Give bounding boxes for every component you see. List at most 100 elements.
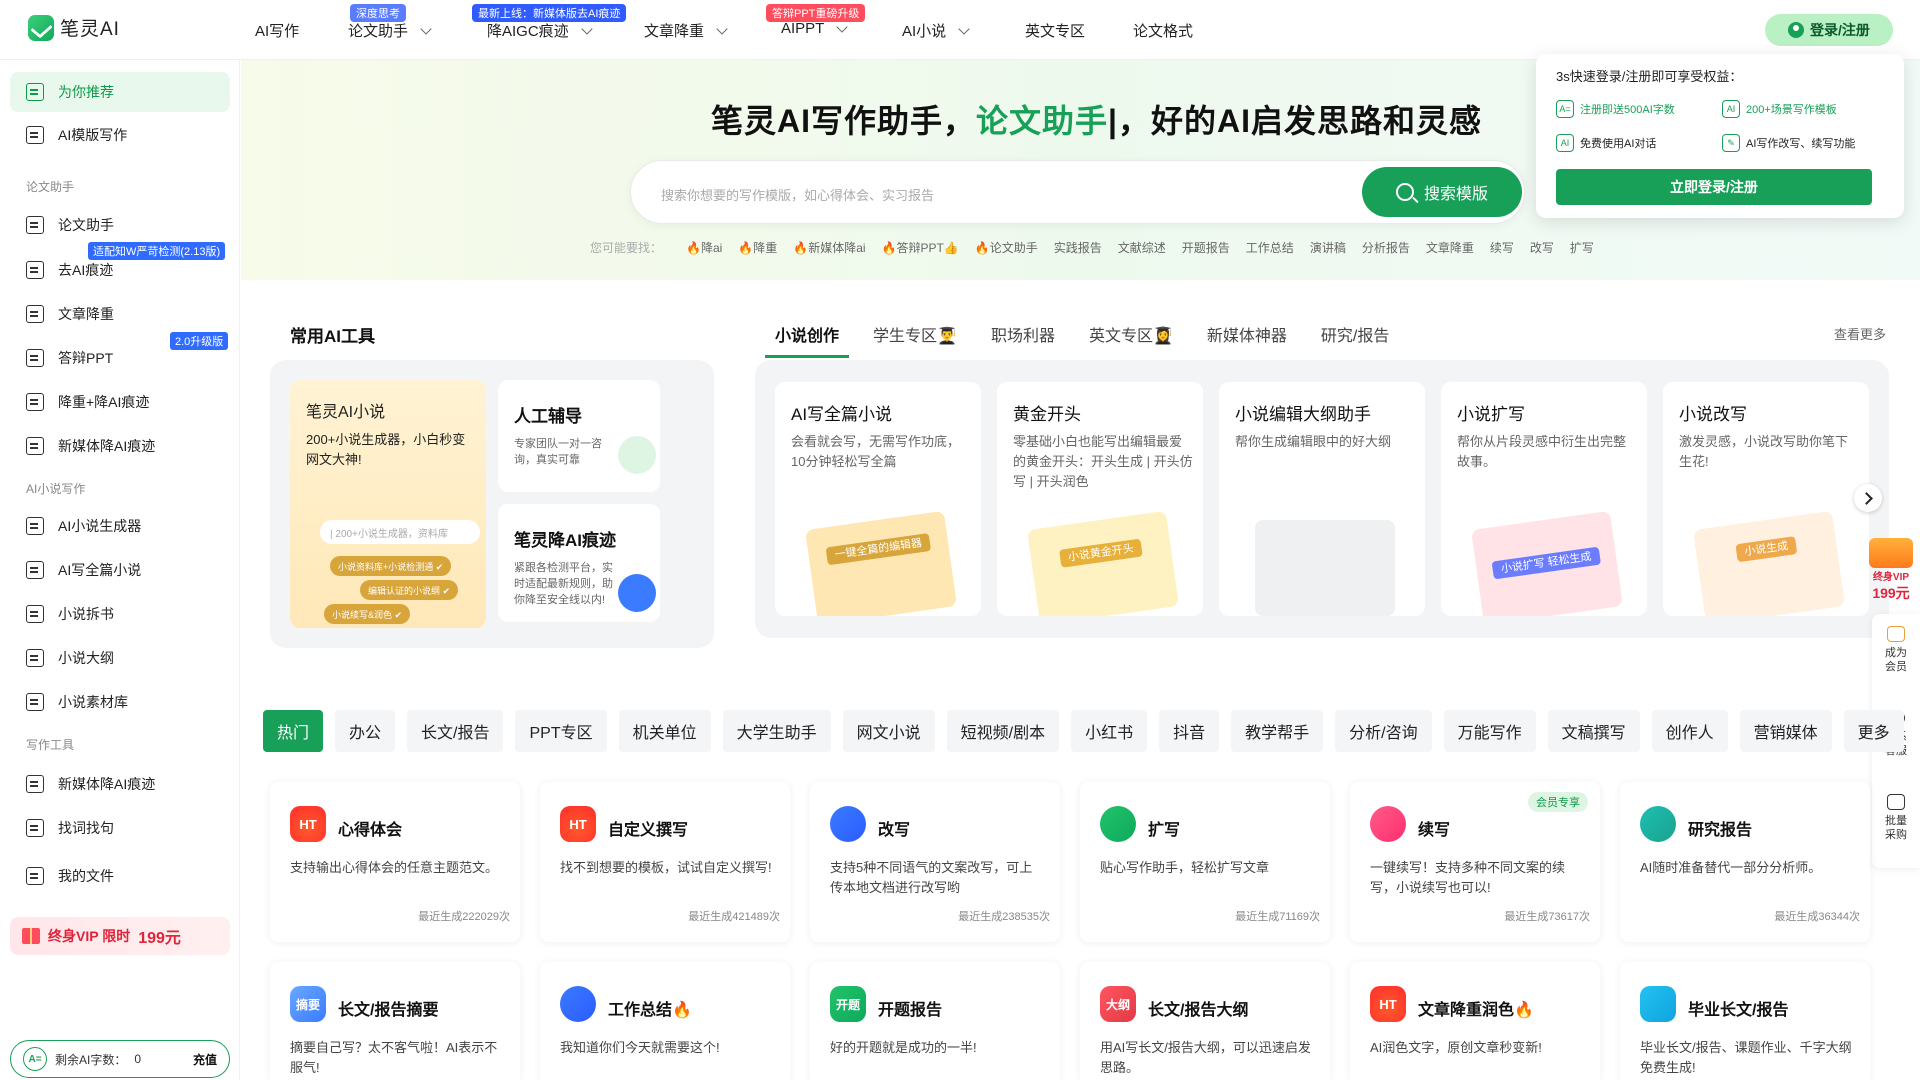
suggest-link[interactable]: 扩写 [1570, 239, 1594, 256]
category-chip[interactable]: 小红书 [1071, 710, 1148, 752]
member-only-badge: 会员专享 [1528, 792, 1588, 812]
suggest-link[interactable]: 文章降重 [1426, 239, 1474, 256]
category-chip[interactable]: 创作人 [1651, 710, 1728, 752]
category-chip[interactable]: 长文/报告 [407, 710, 504, 752]
carousel-next-button[interactable] [1854, 484, 1882, 512]
tab-student[interactable]: 学生专区👨‍🎓 [873, 322, 957, 346]
sidebar-item-rewrite-ai[interactable]: 降重+降AI痕迹 [10, 382, 230, 422]
tutor-card[interactable]: 人工辅导 专家团队一对一咨询，真实可靠 [498, 380, 660, 492]
suggest-link[interactable]: 🔥答辩PPT👍 [882, 239, 959, 256]
tools-tabs: 小说创作 学生专区👨‍🎓 职场利器 英文专区👩‍🎓 新媒体神器 研究/报告 [764, 322, 1389, 358]
vip-promo[interactable]: 终身VIP 限时 199元 [10, 917, 230, 955]
tool-card-outline[interactable]: 小说编辑大纲助手 帮你生成编辑眼中的好大纲 [1219, 382, 1425, 616]
popup-login-button[interactable]: 立即登录/注册 [1556, 169, 1872, 205]
login-button[interactable]: 登录/注册 [1765, 14, 1893, 46]
suggest-link[interactable]: 续写 [1490, 239, 1514, 256]
sidebar-item-media-ai-2[interactable]: 新媒体降AI痕迹 [10, 764, 230, 804]
suggest-link[interactable]: 🔥降ai [686, 239, 722, 256]
media-icon [26, 437, 44, 455]
nav-rewrite[interactable]: 文章降重 [644, 20, 728, 41]
category-chip[interactable]: PPT专区 [515, 710, 607, 752]
sidebar-item-my-files[interactable]: 我的文件 [10, 856, 230, 896]
suggest-link[interactable]: 🔥论文助手 [975, 239, 1038, 256]
novel-feature-card[interactable]: 笔灵AI小说 200+小说生成器，小白秒变网文大神! | 200+小说生成器，资… [290, 380, 486, 628]
sidebar-item-thesis[interactable]: 论文助手 [10, 205, 230, 245]
template-card[interactable]: HT 自定义撰写 找不到想要的模板，试试自定义撰写! 最近生成421489次 [540, 782, 790, 942]
nav-aippt[interactable]: AIPPT [781, 20, 849, 37]
novel-rewrite-illustration: 小说生成 [1693, 510, 1845, 616]
tool-card-novel-rewrite[interactable]: 小说改写 激发灵感，小说改写助你笔下生花! 小说生成 [1663, 382, 1869, 616]
sidebar-item-template[interactable]: AI模版写作 [10, 115, 230, 155]
suggest-link[interactable]: 🔥降重 [738, 239, 777, 256]
sidebar-item-novel-gen[interactable]: AI小说生成器 [10, 506, 230, 546]
template-card[interactable]: 摘要 长文/报告摘要 摘要自己写？太不客气啦！AI表示不服气! [270, 962, 520, 1080]
recharge-button[interactable]: 充值 [193, 1051, 217, 1068]
tool-card-golden-opening[interactable]: 黄金开头 零基础小白也能写出编辑最爱的黄金开头：开头生成 | 开头仿写 | 开头… [997, 382, 1203, 616]
sidebar-item-novel-material[interactable]: 小说素材库 [10, 682, 230, 722]
category-chip[interactable]: 大学生助手 [722, 710, 831, 752]
logo[interactable]: 笔灵AI [28, 14, 120, 41]
search-button[interactable]: 搜索模版 [1362, 167, 1522, 217]
card-desc: 激发灵感，小说改写助你笔下生花! [1679, 434, 1849, 469]
category-chip[interactable]: 网文小说 [842, 710, 935, 752]
nav-thesis[interactable]: 论文助手 [348, 20, 432, 41]
template-card[interactable]: 工作总结🔥 我知道你们今天就需要这个! [540, 962, 790, 1080]
category-chip[interactable]: 短视频/剧本 [946, 710, 1060, 752]
template-card[interactable]: 改写 支持5种不同语气的文案改写，可上传本地文档进行改写哟 最近生成238535… [810, 782, 1060, 942]
template-card[interactable]: HT 文章降重润色🔥 AI润色文字，原创文章秒变新! [1350, 962, 1600, 1080]
template-card[interactable]: 开题 开题报告 好的开题就是成功的一半! [810, 962, 1060, 1080]
category-hot[interactable]: 热门 [263, 710, 324, 752]
sidebar-item-full-novel[interactable]: AI写全篇小说 [10, 550, 230, 590]
sidebar-item-find-words[interactable]: 找词找句 [10, 808, 230, 848]
nav-english[interactable]: 英文专区 [1025, 20, 1085, 41]
suggest-link[interactable]: 工作总结 [1246, 239, 1294, 256]
sidebar-item-media-ai[interactable]: 新媒体降AI痕迹 [10, 426, 230, 466]
sidebar-item-novel-outline[interactable]: 小说大纲 [10, 638, 230, 678]
see-more-link[interactable]: 查看更多 [1834, 324, 1886, 343]
template-card[interactable]: 毕业长文/报告 毕业长文/报告、课题作业、千字大纲免费生成! [1620, 962, 1870, 1080]
tab-research[interactable]: 研究/报告 [1321, 322, 1389, 346]
tab-english[interactable]: 英文专区👩‍🎓 [1089, 322, 1173, 346]
sidebar-item-recommend[interactable]: 为你推荐 [10, 72, 230, 112]
suggest-link[interactable]: 分析报告 [1362, 239, 1410, 256]
nav-ai-novel[interactable]: AI小说 [902, 20, 970, 41]
tab-workplace[interactable]: 职场利器 [991, 322, 1055, 346]
category-more[interactable]: 更多 [1843, 710, 1904, 752]
nav-format[interactable]: 论文格式 [1133, 20, 1193, 41]
suggest-link[interactable]: 开题报告 [1182, 239, 1230, 256]
remove-ai-card[interactable]: 笔灵降AI痕迹 紧跟各检测平台，实时适配最新规则，助你降至安全线以内! [498, 504, 660, 622]
category-chip[interactable]: 营销媒体 [1739, 710, 1832, 752]
top-nav: 笔灵AI AI写作 深度思考 论文助手 最新上线：新媒体版去AI痕迹 降AIGC… [0, 0, 1920, 60]
float-vip-promo[interactable]: 终身VIP 199元 [1862, 538, 1920, 604]
float-member[interactable]: 成为会员 [1872, 626, 1920, 674]
tool-card-expand[interactable]: 小说扩写 帮你从片段灵感中衍生出完整故事。 小说扩写 轻松生成 [1441, 382, 1647, 616]
tab-new-media[interactable]: 新媒体神器 [1207, 322, 1287, 346]
suggest-link[interactable]: 文献综述 [1118, 239, 1166, 256]
template-card[interactable]: 大纲 长文/报告大纲 用AI写长文/报告大纲，可以迅速启发思路。 [1080, 962, 1330, 1080]
sidebar-item-rewrite[interactable]: 文章降重 [10, 294, 230, 334]
sidebar-item-remove-ai[interactable]: 去AI痕迹 [10, 250, 230, 290]
category-chip[interactable]: 抖音 [1159, 710, 1220, 752]
suggest-link[interactable]: 🔥新媒体降ai [793, 239, 865, 256]
category-chip[interactable]: 办公 [335, 710, 396, 752]
tool-card-full-novel[interactable]: AI写全篇小说 会看就会写，无需写作功底，10分钟轻松写全篇 一键全篇的编辑器 [775, 382, 981, 616]
category-chip[interactable]: 教学帮手 [1231, 710, 1324, 752]
nav-aigc[interactable]: 降AIGC痕迹 [487, 20, 593, 41]
template-card[interactable]: 扩写 贴心写作助手，轻松扩写文章 最近生成71169次 [1080, 782, 1330, 942]
suggest-link[interactable]: 改写 [1530, 239, 1554, 256]
template-card[interactable]: 会员专享 续写 一键续写！支持多种不同文案的续写，小说续写也可以! 最近生成73… [1350, 782, 1600, 942]
sidebar-item-label: 新媒体降AI痕迹 [58, 438, 156, 454]
category-chip[interactable]: 机关单位 [618, 710, 711, 752]
template-card[interactable]: HT 心得体会 支持输出心得体会的任意主题范文。 最近生成222029次 [270, 782, 520, 942]
tab-novel[interactable]: 小说创作 [764, 322, 850, 358]
suggest-link[interactable]: 实践报告 [1054, 239, 1102, 256]
category-chip[interactable]: 分析/咨询 [1335, 710, 1432, 752]
category-chip[interactable]: 文稿撰写 [1547, 710, 1640, 752]
category-chip[interactable]: 万能写作 [1443, 710, 1536, 752]
nav-ai-writing[interactable]: AI写作 [255, 20, 299, 41]
sidebar-item-defense-ppt[interactable]: 答辩PPT [10, 338, 230, 378]
template-card[interactable]: 研究报告 AI随时准备替代一部分分析师。 最近生成36344次 [1620, 782, 1870, 942]
sidebar-item-novel-split[interactable]: 小说拆书 [10, 594, 230, 634]
suggest-link[interactable]: 演讲稿 [1310, 239, 1346, 256]
float-bulk[interactable]: 批量采购 [1872, 794, 1920, 842]
